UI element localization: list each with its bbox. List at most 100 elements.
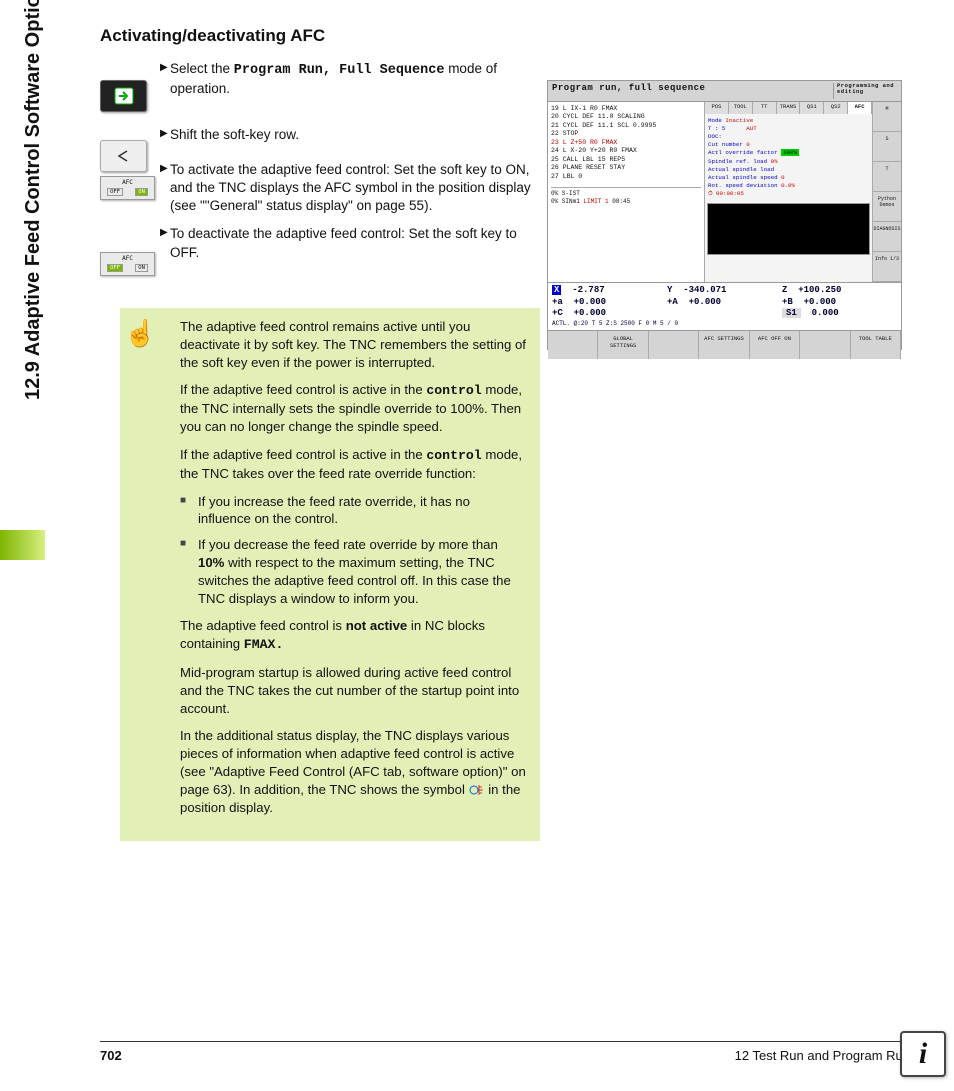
bullet-item: If you decrease the feed rate override b…	[198, 536, 526, 607]
off-label: OFF	[107, 264, 123, 272]
side-btn: M	[873, 102, 901, 132]
text: 08:45	[609, 198, 631, 205]
note-box: ☝ The adaptive feed control remains acti…	[120, 308, 540, 841]
value: 0.0%	[781, 182, 795, 189]
label: DOC:	[708, 133, 869, 141]
prog-line: 24 L X-20 Y+20 R0 FMAX	[551, 147, 701, 155]
figure-bottom-softkeys: GLOBAL SETTINGS AFC SETTINGS AFC OFF ON …	[548, 330, 901, 359]
value: Inactive	[725, 117, 753, 124]
side-btn: DIAGNOSIS	[873, 222, 901, 252]
text: To deactivate the adaptive feed control:…	[170, 226, 517, 259]
figure-program-listing: 19 L IX-1 R0 FMAX 20 CYCL DEF 11.0 SCALI…	[548, 102, 705, 282]
page-footer: 702 12 Test Run and Program Run	[100, 1041, 910, 1063]
note-p6: In the additional status display, the TN…	[180, 727, 526, 816]
label: T : 5	[708, 125, 725, 132]
chapter-title: 12 Test Run and Program Run	[735, 1048, 910, 1063]
status-line: 0% SINm1 LIMIT 1 08:45	[551, 198, 701, 206]
axis-value: -340.071	[683, 285, 726, 295]
tab: POS	[705, 102, 729, 114]
axis-label: Z	[782, 285, 787, 295]
label: Spindle ref. load	[708, 158, 767, 165]
green-tab	[0, 530, 45, 560]
figure-side-buttons: M S T Python Demos DIAGNOSIS Info 1/3	[872, 102, 901, 282]
text: Shift the soft-key row.	[170, 127, 299, 142]
text: To activate the adaptive feed control: S…	[170, 162, 531, 213]
side-btn: Python Demos	[873, 192, 901, 222]
axis-value: +100.250	[798, 285, 841, 295]
note-p3: If the adaptive feed control is active i…	[180, 446, 526, 483]
text-bold: 10%	[198, 555, 224, 570]
label: Actl override factor	[708, 149, 778, 156]
value: 0	[746, 141, 749, 148]
bullet-arrow-icon: ▶	[160, 61, 168, 75]
side-btn: S	[873, 132, 901, 162]
text: 0% SINm1	[551, 198, 583, 205]
shift-softkey-icon	[100, 140, 145, 170]
note-p2: If the adaptive feed control is active i…	[180, 381, 526, 435]
bottom-btn: AFC SETTINGS	[699, 331, 749, 359]
afc-symbol-icon	[469, 783, 485, 797]
figure-title: Program run, full sequence	[552, 83, 833, 99]
label: Cut number	[708, 141, 743, 148]
afc-label: AFC	[101, 179, 154, 186]
axis-value: +0.000	[574, 297, 606, 307]
figure-tabs: POS TOOL TT TRANS QS1 QS2 AFC	[705, 102, 872, 114]
tab: TOOL	[729, 102, 753, 114]
program-run-mode-icon	[100, 80, 145, 110]
text-mono: control	[426, 383, 481, 398]
axis-label: +A	[667, 297, 678, 307]
label: Actual spindle load	[708, 166, 869, 174]
bullet-arrow-icon: ▶	[160, 127, 168, 141]
label: Actual spindle speed	[708, 174, 778, 181]
axis-label: +C	[552, 308, 563, 318]
text: If the adaptive feed control is active i…	[180, 447, 426, 462]
time: ⏱ 00:00:05	[708, 190, 869, 198]
info-icon: i	[900, 1031, 946, 1077]
hand-point-icon: ☝	[124, 316, 156, 351]
bottom-btn: GLOBAL SETTINGS	[598, 331, 648, 359]
figure-title-bar: Program run, full sequence Programming a…	[548, 81, 901, 102]
tab: TT	[753, 102, 777, 114]
axis-label: X	[552, 285, 561, 295]
bullet-arrow-icon: ▶	[160, 226, 168, 240]
text-mono: control	[426, 448, 481, 463]
figure-status: 0% S-IST 0% SINm1 LIMIT 1 08:45	[551, 187, 701, 206]
text-mono: FMAX.	[244, 637, 284, 652]
note-p5: Mid-program startup is allowed during ac…	[180, 664, 526, 717]
figure-graph	[707, 203, 870, 255]
step-shift-softkey: ▶ Shift the soft-key row.	[170, 126, 540, 144]
text: LIMIT 1	[583, 198, 608, 205]
main-content: Activating/deactivating AFC ▶ Select the…	[100, 26, 540, 272]
axis-label: S1	[782, 308, 801, 318]
on-label: ON	[135, 188, 148, 196]
page-number: 702	[100, 1048, 122, 1063]
label: Mode	[708, 117, 722, 124]
icon-box	[100, 80, 147, 112]
figure-coords: X -2.787 Y -340.071 Z +100.250 +a +0.000…	[548, 282, 901, 330]
text: If you decrease the feed rate override b…	[198, 537, 498, 552]
value: @:20 T 5 Z:S 2500 F 0 M 5 / 0	[574, 320, 678, 328]
on-label: ON	[135, 264, 148, 272]
value: AUT	[746, 125, 756, 132]
axis-label: Y	[667, 285, 672, 295]
bullet-arrow-icon: ▶	[160, 162, 168, 176]
note-p1: The adaptive feed control remains active…	[180, 318, 526, 371]
afc-off-softkey-icon: AFC OFF ON	[100, 252, 155, 276]
bullet-list: If you increase the feed rate override, …	[180, 493, 526, 608]
section-heading: Activating/deactivating AFC	[100, 26, 540, 46]
tab: QS2	[824, 102, 848, 114]
text-bold: not active	[346, 618, 408, 633]
figure-title-right: Programming and editing	[833, 83, 897, 99]
prog-line: 26 PLANE RESET STAY	[551, 164, 701, 172]
afc-label: AFC	[101, 255, 154, 262]
label: ACTL.	[552, 320, 570, 328]
axis-value: +0.000	[574, 308, 606, 318]
axis-label: +B	[782, 297, 793, 307]
axis-value: -2.787	[572, 285, 604, 295]
bullet-item: If you increase the feed rate override, …	[198, 493, 526, 529]
sidebar: 12.9 Adaptive Feed Control Software Opti…	[0, 0, 45, 1091]
text: Select the	[170, 61, 234, 76]
value: 0	[781, 174, 784, 181]
prog-line: 27 LBL 0	[551, 173, 701, 181]
prog-line: 21 CYCL DEF 11.1 SCL 0.9995	[551, 122, 701, 130]
